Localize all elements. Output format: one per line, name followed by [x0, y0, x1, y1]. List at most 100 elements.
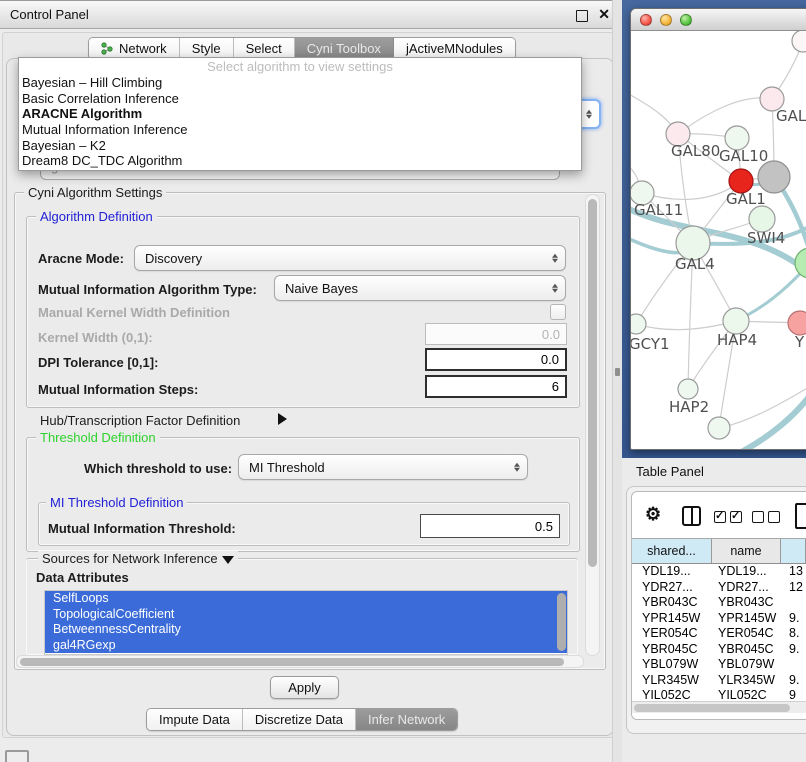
table-cell: 9.: [781, 642, 806, 658]
algorithm-dropdown-placeholder: Select algorithm to view settings: [19, 58, 581, 75]
tab-label: Select: [246, 41, 282, 56]
table-row[interactable]: YDL19...YDL19...13: [632, 564, 806, 580]
close-icon[interactable]: ✕: [598, 6, 610, 23]
algorithm-option[interactable]: Mutual Information Inference: [19, 122, 581, 138]
cytopanel-dock-icon[interactable]: [5, 750, 29, 762]
mi-threshold-label: Mutual Information Threshold:: [48, 521, 236, 536]
tab-discretize-data[interactable]: Discretize Data: [243, 709, 356, 730]
tab-cyni-toolbox[interactable]: Cyni Toolbox: [295, 38, 394, 59]
table-cell: YBL079W: [632, 657, 712, 673]
settings-hscrollbar-thumb[interactable]: [20, 658, 564, 666]
tab-infer-network[interactable]: Infer Network: [356, 709, 457, 730]
dpi-tolerance-field[interactable]: 0.0: [425, 348, 567, 371]
algorithm-option[interactable]: Bayesian – K2: [19, 138, 581, 154]
expanded-arrow-icon: [222, 556, 234, 564]
tab-label: Network: [119, 41, 167, 56]
mi-steps-label: Mutual Information Steps:: [38, 382, 198, 397]
hub-section-label[interactable]: Hub/Transcription Factor Definition: [40, 413, 240, 428]
table-body[interactable]: YDL19...YDL19...13YDR27...YDR27...12YBR0…: [632, 564, 806, 703]
mi-steps-field[interactable]: 6: [425, 375, 567, 398]
minimize-traffic-icon[interactable]: [660, 14, 672, 26]
deselect-all-icon[interactable]: [752, 511, 780, 523]
network-window-titlebar[interactable]: [631, 9, 806, 31]
tab-label: Impute Data: [159, 712, 230, 727]
data-attribute-item[interactable]: SelfLoops: [45, 591, 567, 607]
apply-button[interactable]: Apply: [270, 676, 339, 699]
checked-checkbox-icon: [730, 511, 742, 523]
data-attribute-item[interactable]: gal4RGexp: [45, 638, 567, 654]
checked-checkbox-icon: [714, 511, 726, 523]
table-cell: YBL079W: [712, 657, 781, 673]
network-node-gcy1[interactable]: [631, 314, 646, 334]
table-cell: YBR045C: [632, 642, 712, 658]
table-cell: YLR345W: [712, 673, 781, 689]
network-node-label: HAP4: [717, 331, 757, 349]
network-node-y[interactable]: [788, 311, 806, 335]
network-node-label: GAL1: [726, 190, 766, 208]
algorithm-option[interactable]: Dream8 DC_TDC Algorithm: [19, 153, 581, 169]
network-node-hap2[interactable]: [678, 379, 698, 399]
network-icon: [101, 42, 114, 55]
collapsed-arrow-icon[interactable]: [278, 413, 287, 425]
table-hscrollbar[interactable]: [632, 701, 806, 713]
manual-kernel-label: Manual Kernel Width Definition: [38, 305, 230, 320]
table-hscrollbar-thumb[interactable]: [634, 704, 790, 712]
network-node[interactable]: [708, 417, 730, 439]
tab-jactivemnodules[interactable]: jActiveMNodules: [394, 38, 515, 59]
network-node[interactable]: [758, 161, 790, 193]
close-traffic-icon[interactable]: [640, 14, 652, 26]
columns-icon[interactable]: [682, 506, 701, 526]
network-view-window[interactable]: GALGAL80GAL10GAL1GAL11SWI4GAL4GCY1HAP4YH…: [630, 8, 806, 450]
network-node[interactable]: [795, 248, 806, 278]
manual-kernel-checkbox[interactable]: [550, 304, 566, 320]
table-cell: YDR27...: [712, 580, 781, 596]
column-header[interactable]: shared...: [632, 539, 712, 563]
data-attribute-item[interactable]: TopologicalCoefficient: [45, 607, 567, 623]
tab-network[interactable]: Network: [89, 38, 180, 59]
aracne-mode-combo[interactable]: Discovery: [134, 245, 566, 271]
table-cell: YBR043C: [712, 595, 781, 611]
which-threshold-combo[interactable]: MI Threshold: [238, 454, 528, 480]
data-attributes-list[interactable]: SelfLoopsTopologicalCoefficientBetweenne…: [44, 590, 568, 655]
settings-hscrollbar[interactable]: [16, 655, 584, 668]
gear-icon[interactable]: ⚙: [645, 505, 661, 523]
tab-style[interactable]: Style: [180, 38, 234, 59]
settings-scrollbar-thumb[interactable]: [588, 199, 597, 567]
sources-title[interactable]: Sources for Network Inference: [38, 551, 238, 566]
algorithm-option[interactable]: ARACNE Algorithm: [19, 106, 581, 122]
table-row[interactable]: YDR27...YDR27...12: [632, 580, 806, 596]
column-header[interactable]: [781, 539, 806, 563]
algorithm-definition-title: Algorithm Definition: [36, 209, 157, 224]
column-header[interactable]: name: [712, 539, 781, 563]
table-row[interactable]: YPR145WYPR145W9.: [632, 611, 806, 627]
table-row[interactable]: YBR045CYBR045C9.: [632, 642, 806, 658]
table-cell: 12: [781, 580, 806, 596]
divider-gripper-icon[interactable]: [615, 368, 620, 376]
tab-select[interactable]: Select: [234, 38, 295, 59]
zoom-traffic-icon[interactable]: [680, 14, 692, 26]
cyni-algorithm-settings-title: Cyni Algorithm Settings: [24, 185, 166, 200]
attr-list-scrollbar-thumb[interactable]: [557, 593, 566, 651]
table-row[interactable]: YBL079WYBL079W: [632, 657, 806, 673]
select-all-icon[interactable]: [714, 511, 742, 523]
tab-impute-data[interactable]: Impute Data: [147, 709, 243, 730]
network-node[interactable]: [792, 31, 806, 52]
table-row[interactable]: YER054CYER054C8.: [632, 626, 806, 642]
data-attribute-item[interactable]: BetweennessCentrality: [45, 622, 567, 638]
stepper-icon: [552, 252, 558, 265]
settings-scrollbar[interactable]: [585, 194, 600, 656]
document-icon[interactable]: [795, 503, 806, 529]
algorithm-option[interactable]: Basic Correlation Inference: [19, 91, 581, 107]
kernel-width-field: 0.0: [425, 323, 567, 345]
kernel-width-label: Kernel Width (0,1):: [38, 330, 153, 345]
table-row[interactable]: YBR043CYBR043C: [632, 595, 806, 611]
table-row[interactable]: YLR345WYLR345W9.: [632, 673, 806, 689]
table-header-row[interactable]: shared...name: [632, 538, 806, 564]
algorithm-option[interactable]: Bayesian – Hill Climbing: [19, 75, 581, 91]
mi-algorithm-type-combo[interactable]: Naive Bayes: [274, 275, 566, 301]
unchecked-checkbox-icon: [768, 511, 780, 523]
float-window-icon[interactable]: [576, 10, 588, 22]
mi-threshold-field[interactable]: 0.5: [420, 514, 560, 538]
network-graph[interactable]: GALGAL80GAL10GAL1GAL11SWI4GAL4GCY1HAP4YH…: [631, 31, 806, 449]
table-panel-title: Table Panel: [636, 464, 704, 479]
